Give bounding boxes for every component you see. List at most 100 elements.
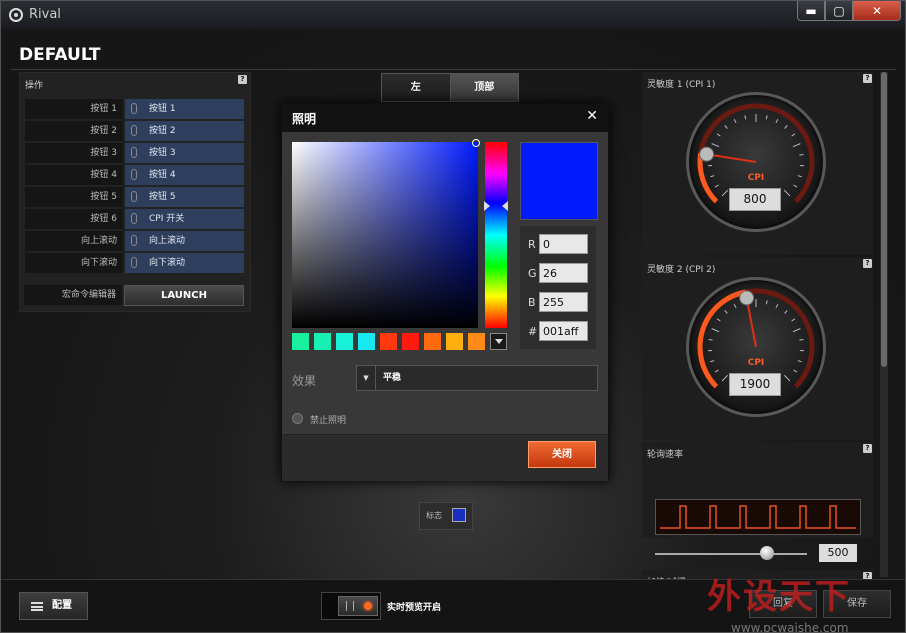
button-row[interactable]: 按钮 3 按钮 3 <box>25 143 244 163</box>
gauge-tick <box>784 125 788 129</box>
polling-help-icon[interactable]: ? <box>863 444 872 453</box>
chevron-down-icon: ▼ <box>357 366 376 390</box>
mouse-icon <box>131 147 137 158</box>
gauge-knob <box>739 290 755 306</box>
button-row[interactable]: 向上滚动 向上滚动 <box>25 231 244 251</box>
hue-marker-left[interactable] <box>484 201 490 211</box>
actions-panel: 操作 ? 按钮 1 按钮 1 按钮 2 按钮 2 按钮 3 按钮 3 按钮 4 按钮 4… <box>19 72 251 312</box>
mouse-icon <box>131 235 137 246</box>
gauge-tick <box>721 189 729 197</box>
color-swatch[interactable] <box>402 333 419 350</box>
tab-top[interactable]: 顶部 <box>449 74 518 101</box>
slider-knob[interactable] <box>760 546 774 560</box>
gauge-tick <box>791 318 796 322</box>
color-swatch[interactable] <box>358 333 375 350</box>
dialog-header: 照明 ✕ <box>282 104 608 132</box>
logo-color-swatch[interactable] <box>452 508 466 522</box>
button-row[interactable]: 向下滚动 向下滚动 <box>25 253 244 273</box>
more-swatches-dropdown[interactable] <box>490 333 507 350</box>
gauge-tick <box>708 338 713 341</box>
logo-zone[interactable]: 标志 <box>419 502 473 530</box>
gauge-tick <box>783 374 791 382</box>
button-assignment[interactable]: 按钮 2 <box>125 121 244 141</box>
button-assignment[interactable]: 按钮 5 <box>125 187 244 207</box>
gauge-tick <box>724 310 728 314</box>
assignment-label: 按钮 5 <box>149 192 176 202</box>
color-swatch[interactable] <box>292 333 309 350</box>
button-assignment[interactable]: 按钮 1 <box>125 99 244 119</box>
color-swatch[interactable] <box>424 333 441 350</box>
gauge-tick <box>799 153 804 156</box>
sensitivity-2-gauge[interactable]: CPI 1900 <box>686 277 826 417</box>
color-swatch[interactable] <box>336 333 353 350</box>
button-key: 向下滚动 <box>25 253 123 273</box>
cpi-value[interactable]: 800 <box>729 188 781 211</box>
sensitivity-1-label: 灵敏度 1 (CPI 1) <box>647 80 716 90</box>
gauge-tick <box>797 360 802 363</box>
rgb-inputs: R0 G 26 B 255 #001aff <box>520 226 596 349</box>
sensitivity-1-gauge[interactable]: CPI 800 <box>686 92 826 232</box>
polling-rate-slider[interactable] <box>655 546 807 560</box>
sensitivity-2-help-icon[interactable]: ? <box>863 259 872 268</box>
polling-rate-value[interactable]: 500 <box>819 544 857 562</box>
gauge-tick <box>716 133 721 137</box>
button-assignment[interactable]: 向下滚动 <box>125 253 244 273</box>
color-swatch[interactable] <box>380 333 397 350</box>
hue-slider[interactable] <box>484 142 508 328</box>
macro-editor-label: 宏命令编辑器 <box>24 285 122 305</box>
gauge-tick <box>710 175 715 178</box>
config-button[interactable]: 配置 <box>19 592 88 620</box>
gauge-tick <box>765 300 768 305</box>
title-bar[interactable]: Rival ▬ ▢ ✕ <box>1 1 905 29</box>
color-swatch[interactable] <box>314 333 331 350</box>
scrollbar-thumb[interactable] <box>881 72 887 367</box>
green-input[interactable]: 26 <box>539 263 588 283</box>
hex-input[interactable]: 001aff <box>539 321 588 341</box>
dialog-title: 照明 <box>292 112 317 126</box>
gauge-knob <box>699 146 715 162</box>
color-swatch[interactable] <box>468 333 485 350</box>
button-row[interactable]: 按钮 6 CPI 开关 <box>25 209 244 229</box>
assignment-label: 按钮 3 <box>149 148 176 158</box>
gauge-tick <box>792 143 801 148</box>
effect-select[interactable]: ▼ 平稳 <box>356 365 598 391</box>
dialog-close-icon[interactable]: ✕ <box>586 108 598 124</box>
blue-input[interactable]: 255 <box>539 292 588 312</box>
sensitivity-1-help-icon[interactable]: ? <box>863 74 872 83</box>
settings-scrollbar[interactable] <box>880 72 888 577</box>
button-row[interactable]: 按钮 5 按钮 5 <box>25 187 244 207</box>
picker-handle[interactable] <box>472 139 480 147</box>
disable-lighting-checkbox[interactable] <box>292 413 303 424</box>
button-assignment[interactable]: CPI 开关 <box>125 209 244 229</box>
live-preview-label: 实时预览开启 <box>387 603 442 613</box>
close-window-button[interactable]: ✕ <box>853 1 901 21</box>
actions-help-icon[interactable]: ? <box>238 75 247 84</box>
button-assignment[interactable]: 向上滚动 <box>125 231 244 251</box>
red-label: R <box>528 238 536 251</box>
gauge-tick <box>792 328 801 333</box>
launch-button[interactable]: LAUNCH <box>124 285 244 306</box>
lighting-dialog: 照明 ✕ R0 G 26 B 255 #001aff 效果 ▼ 平稳 禁止照明 … <box>281 103 609 481</box>
saturation-value-picker[interactable] <box>292 139 480 328</box>
sensitivity-2-section: 灵敏度 2 (CPI 2) ? CPI 1900 <box>642 257 873 440</box>
close-dialog-button[interactable]: 关闭 <box>528 441 596 468</box>
button-row[interactable]: 按钮 2 按钮 2 <box>25 121 244 141</box>
toggle-knob[interactable] <box>338 596 378 616</box>
assignment-label: 向上滚动 <box>149 236 186 246</box>
minimize-button[interactable]: ▬ <box>797 1 825 21</box>
hue-marker-right[interactable] <box>502 201 508 211</box>
button-assignment[interactable]: 按钮 4 <box>125 165 244 185</box>
maximize-button[interactable]: ▢ <box>825 1 853 21</box>
live-preview-toggle[interactable] <box>321 592 381 620</box>
assignment-label: CPI 开关 <box>149 214 185 224</box>
disable-lighting-label: 禁止照明 <box>310 416 347 426</box>
cpi-value[interactable]: 1900 <box>729 373 781 396</box>
tab-left[interactable]: 左 <box>382 74 450 101</box>
button-row[interactable]: 按钮 4 按钮 4 <box>25 165 244 185</box>
gauge-tick <box>724 125 728 129</box>
red-row: R0 <box>520 234 596 256</box>
button-assignment[interactable]: 按钮 3 <box>125 143 244 163</box>
color-swatch[interactable] <box>446 333 463 350</box>
button-row[interactable]: 按钮 1 按钮 1 <box>25 99 244 119</box>
red-input[interactable]: 0 <box>539 234 588 254</box>
